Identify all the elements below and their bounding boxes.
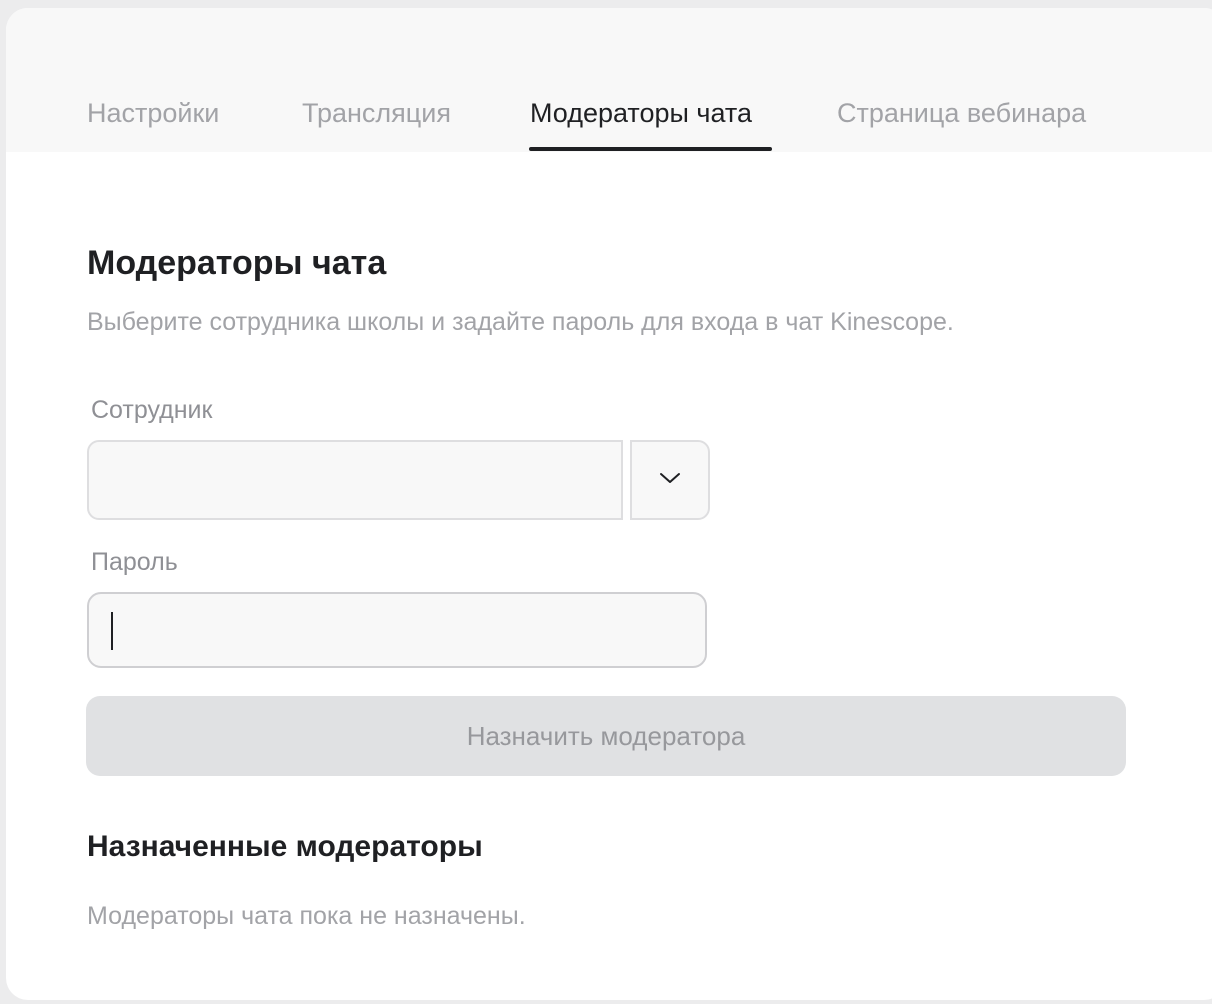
employee-dropdown-toggle[interactable] bbox=[630, 440, 710, 520]
tabs-bar: Настройки Трансляция Модераторы чата Стр… bbox=[6, 8, 1212, 152]
tab-settings[interactable]: Настройки bbox=[87, 98, 219, 129]
section-description: Выберите сотрудника школы и задайте паро… bbox=[87, 308, 954, 336]
text-caret bbox=[111, 612, 113, 650]
chevron-down-icon bbox=[659, 471, 681, 490]
active-tab-indicator bbox=[529, 147, 772, 151]
tab-webinar-page[interactable]: Страница вебинара bbox=[837, 98, 1086, 129]
webinar-settings-panel: Настройки Трансляция Модераторы чата Стр… bbox=[6, 8, 1212, 1000]
tab-broadcast[interactable]: Трансляция bbox=[302, 98, 451, 129]
employee-select[interactable] bbox=[87, 440, 623, 520]
assign-moderator-button[interactable]: Назначить модератора bbox=[86, 696, 1126, 776]
section-title: Модераторы чата bbox=[87, 244, 387, 282]
assigned-moderators-empty-text: Модераторы чата пока не назначены. bbox=[87, 902, 526, 930]
password-input[interactable] bbox=[87, 592, 707, 668]
employee-label: Сотрудник bbox=[91, 396, 213, 424]
tab-chat-moderators[interactable]: Модераторы чата bbox=[530, 98, 752, 129]
assigned-moderators-title: Назначенные модераторы bbox=[87, 830, 483, 863]
password-label: Пароль bbox=[91, 548, 178, 576]
